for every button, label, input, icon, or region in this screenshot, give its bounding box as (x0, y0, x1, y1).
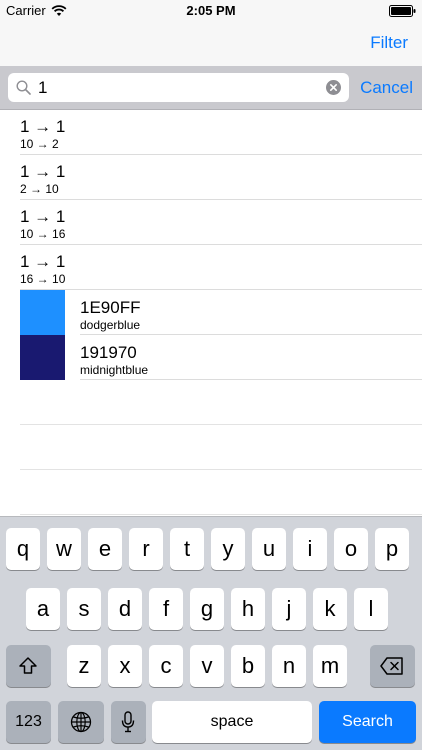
filter-button[interactable]: Filter (370, 33, 408, 53)
search-icon (16, 80, 31, 95)
color-swatch (20, 290, 65, 335)
result-row[interactable]: 1 → 1 10 → 2 (20, 110, 422, 155)
color-result-row[interactable]: 1E90FF dodgerblue (0, 290, 422, 335)
key-s[interactable]: s (67, 588, 101, 630)
key-i[interactable]: i (293, 528, 327, 570)
navigation-bar: Filter (0, 22, 422, 66)
color-swatch (20, 335, 65, 380)
status-bar: Carrier 2:05 PM (0, 0, 422, 22)
search-bar: Cancel (0, 66, 422, 110)
key-v[interactable]: v (190, 645, 224, 687)
key-n[interactable]: n (272, 645, 306, 687)
result-title: 1 → 1 (20, 252, 66, 271)
result-row[interactable]: 1 → 1 16 → 10 (20, 245, 422, 290)
key-w[interactable]: w (47, 528, 81, 570)
result-subtitle: 16 → 10 (20, 272, 66, 286)
key-h[interactable]: h (231, 588, 265, 630)
microphone-icon (121, 711, 135, 733)
color-hex: 191970 (80, 343, 137, 362)
key-u[interactable]: u (252, 528, 286, 570)
color-name: dodgerblue (80, 318, 141, 332)
numbers-key[interactable]: 123 (6, 701, 51, 743)
keyboard: q w e r t y u i o p a s d f g h j k l z … (0, 516, 422, 750)
result-subtitle: 2 → 10 (20, 182, 59, 196)
result-title: 1 → 1 (20, 162, 66, 181)
globe-key[interactable] (58, 701, 104, 743)
result-subtitle: 10 → 16 (20, 227, 66, 241)
color-text: 191970 midnightblue (80, 335, 422, 380)
key-q[interactable]: q (6, 528, 40, 570)
color-name: midnightblue (80, 363, 149, 377)
status-time: 2:05 PM (186, 3, 236, 18)
result-row[interactable]: 1 → 1 10 → 16 (20, 200, 422, 245)
backspace-key[interactable] (370, 645, 415, 687)
empty-row (20, 380, 422, 425)
key-g[interactable]: g (190, 588, 224, 630)
empty-row (20, 470, 422, 515)
result-subtitle: 10 → 2 (20, 137, 59, 151)
key-r[interactable]: r (129, 528, 163, 570)
space-key[interactable]: space (152, 701, 312, 743)
search-input[interactable] (38, 77, 318, 98)
key-k[interactable]: k (313, 588, 347, 630)
key-l[interactable]: l (354, 588, 388, 630)
key-f[interactable]: f (149, 588, 183, 630)
battery-icon (389, 5, 416, 17)
shift-key[interactable] (6, 645, 51, 687)
key-t[interactable]: t (170, 528, 204, 570)
color-result-row[interactable]: 191970 midnightblue (0, 335, 422, 380)
key-e[interactable]: e (88, 528, 122, 570)
key-d[interactable]: d (108, 588, 142, 630)
backspace-icon (380, 657, 403, 675)
dictation-key[interactable] (111, 701, 146, 743)
result-title: 1 → 1 (20, 207, 66, 226)
result-title: 1 → 1 (20, 117, 66, 136)
empty-row (20, 425, 422, 470)
result-row[interactable]: 1 → 1 2 → 10 (20, 155, 422, 200)
search-key[interactable]: Search (319, 701, 416, 743)
search-field[interactable] (8, 73, 349, 102)
key-o[interactable]: o (334, 528, 368, 570)
color-text: 1E90FF dodgerblue (80, 290, 422, 335)
key-j[interactable]: j (272, 588, 306, 630)
key-x[interactable]: x (108, 645, 142, 687)
key-z[interactable]: z (67, 645, 101, 687)
key-b[interactable]: b (231, 645, 265, 687)
clear-text-icon[interactable] (326, 80, 341, 95)
key-p[interactable]: p (375, 528, 409, 570)
cancel-button[interactable]: Cancel (360, 78, 413, 98)
results-list: 1 → 1 10 → 2 1 → 1 2 → 10 1 → 1 10 → 16 … (0, 110, 422, 515)
key-a[interactable]: a (26, 588, 60, 630)
color-hex: 1E90FF (80, 298, 141, 317)
globe-icon (70, 711, 92, 733)
shift-icon (19, 657, 37, 674)
key-y[interactable]: y (211, 528, 245, 570)
key-c[interactable]: c (149, 645, 183, 687)
key-m[interactable]: m (313, 645, 347, 687)
